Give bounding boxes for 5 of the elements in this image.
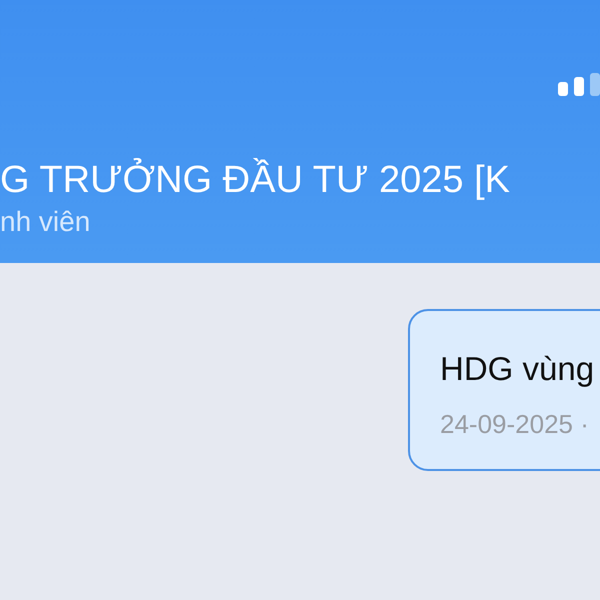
message-text: HDG vùng xyxy=(440,349,596,389)
message-time: 24-09-2025 · xyxy=(440,409,590,440)
member-count: nh viên xyxy=(0,206,92,238)
chat-title: G TRƯỞNG ĐẦU TƯ 2025 [K xyxy=(0,158,511,202)
signal-icon xyxy=(558,70,600,96)
